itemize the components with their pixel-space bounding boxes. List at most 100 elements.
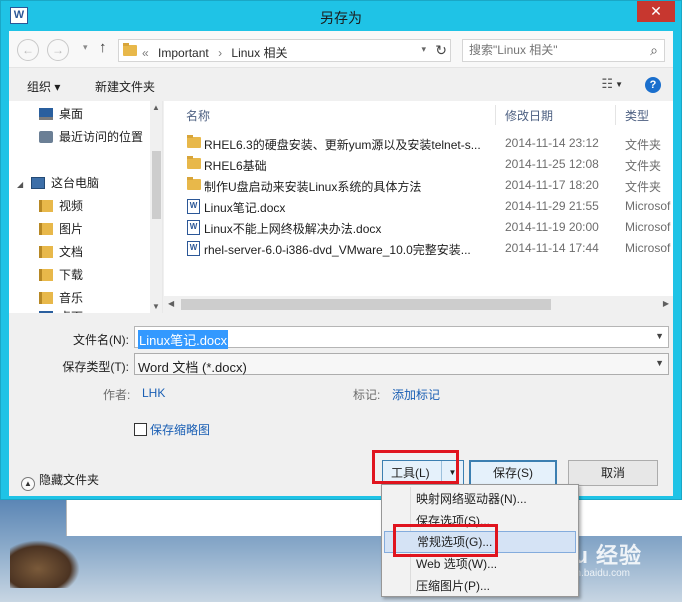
save-thumbnail-label[interactable]: 保存缩略图 <box>150 421 210 438</box>
filename-label: 文件名(N): <box>73 333 129 347</box>
author-value[interactable]: LHK <box>142 386 165 400</box>
file-type: 文件夹 <box>625 138 662 152</box>
column-header-date[interactable]: 修改日期 <box>505 107 553 124</box>
chevron-down-icon[interactable]: ▼ <box>655 331 664 341</box>
menu-item-save-options[interactable]: 保存选项(S)... <box>384 510 576 532</box>
file-name: RHEL6.3的硬盘安装、更新yum源以及安装telnet-s... <box>204 138 481 152</box>
file-type: Microsof <box>625 199 671 213</box>
navigation-pane: 桌面 最近访问的位置 ◢ 这台电脑 视频 图片 文档 下载 音乐 ▲ ▼ <box>9 101 163 313</box>
desktop-icon <box>39 311 53 313</box>
scrollbar-thumb[interactable] <box>181 299 551 310</box>
chevron-down-icon[interactable]: ▼ <box>441 461 463 485</box>
new-folder-button[interactable]: 新建文件夹 <box>95 78 155 95</box>
save-thumbnail-checkbox[interactable] <box>134 423 147 436</box>
word-document-icon <box>187 220 200 235</box>
chevron-up-icon: ▲ <box>21 477 35 491</box>
nav-item-videos[interactable]: 视频 <box>39 197 83 214</box>
breadcrumb: « Important › Linux 相关 <box>142 44 293 61</box>
horizontal-scrollbar[interactable]: ◀ ▶ <box>164 296 673 313</box>
refresh-icon[interactable]: ↻ <box>435 42 447 59</box>
up-button[interactable]: ↑ <box>99 39 107 56</box>
close-button[interactable]: ✕ <box>637 1 675 22</box>
pictures-library-icon <box>39 223 53 235</box>
breadcrumb-separator[interactable]: › <box>218 46 222 60</box>
organize-menu[interactable]: 组织 ▾ <box>27 78 60 95</box>
recent-locations-dropdown[interactable]: ▾ <box>83 42 88 53</box>
folder-icon <box>187 177 201 190</box>
scroll-up-arrow-icon[interactable]: ▲ <box>152 103 160 112</box>
tools-button[interactable]: 工具(L) ▼ <box>382 460 464 486</box>
view-options-icon[interactable]: ☷ <box>601 76 613 92</box>
address-bar[interactable]: « Important › Linux 相关 ▾ ↻ <box>118 39 451 62</box>
scroll-right-arrow-icon[interactable]: ▶ <box>663 299 669 308</box>
title-bar[interactable]: W 另存为 ✕ <box>1 1 681 31</box>
nav-item-recent-places[interactable]: 最近访问的位置 <box>39 128 143 145</box>
cancel-button[interactable]: 取消 <box>568 460 658 486</box>
save-button[interactable]: 保存(S) <box>469 460 557 486</box>
nav-item-pictures[interactable]: 图片 <box>39 220 83 237</box>
column-header-type[interactable]: 类型 <box>625 107 649 124</box>
scroll-down-arrow-icon[interactable]: ▼ <box>152 302 160 311</box>
column-divider[interactable] <box>615 105 616 125</box>
menu-item-compress-pictures[interactable]: 压缩图片(P)... <box>384 575 576 597</box>
search-icon[interactable]: ⌕ <box>650 42 658 59</box>
add-tags-link[interactable]: 添加标记 <box>392 386 440 403</box>
file-name: 制作U盘启动来安装Linux系统的具体方法 <box>204 180 422 194</box>
column-divider[interactable] <box>495 105 496 125</box>
nav-item-documents[interactable]: 文档 <box>39 243 83 260</box>
forward-button[interactable]: → <box>47 39 69 61</box>
nav-item-this-pc[interactable]: ◢ 这台电脑 <box>17 174 99 191</box>
view-dropdown-icon[interactable]: ▼ <box>615 80 623 89</box>
breadcrumb-item-important[interactable]: Important <box>158 46 209 60</box>
file-type: Microsof <box>625 241 671 255</box>
nav-item-desktop[interactable]: 桌面 <box>39 105 83 122</box>
navigation-scrollbar[interactable]: ▲ ▼ <box>150 101 162 313</box>
search-input[interactable] <box>469 43 639 57</box>
tools-dropdown-menu: 映射网络驱动器(N)... 保存选项(S)... 常规选项(G)... Web … <box>381 484 579 597</box>
hide-folders-toggle[interactable]: ▲ 隐藏文件夹 <box>21 471 99 491</box>
help-icon[interactable]: ? <box>645 77 661 93</box>
column-header-name[interactable]: 名称 <box>186 107 210 124</box>
file-row[interactable]: RHEL6基础 2014-11-25 12:08 文件夹 <box>164 154 673 175</box>
wallpaper-bird <box>10 540 80 588</box>
command-bar: 组织 ▾ 新建文件夹 ☷ ▼ ? <box>9 67 673 101</box>
file-name: rhel-server-6.0-i386-dvd_VMware_10.0完整安装… <box>204 243 471 257</box>
background-document-window <box>66 500 682 536</box>
file-list: 名称 修改日期 类型 RHEL6.3的硬盘安装、更新yum源以及安装telnet… <box>164 101 673 313</box>
scrollbar-thumb[interactable] <box>152 151 161 219</box>
dialog-client-area: ← → ▾ ↑ « Important › Linux 相关 ▾ ↻ ⌕ <box>9 31 673 496</box>
menu-item-web-options[interactable]: Web 选项(W)... <box>384 553 576 575</box>
save-type-value: Word 文档 (*.docx) <box>138 360 247 375</box>
menu-item-general-options[interactable]: 常规选项(G)... <box>384 531 576 553</box>
save-type-select[interactable]: Word 文档 (*.docx) ▼ <box>134 353 669 375</box>
file-name: RHEL6基础 <box>204 159 267 173</box>
address-row: ← → ▾ ↑ « Important › Linux 相关 ▾ ↻ ⌕ <box>9 31 673 67</box>
menu-item-map-network-drive[interactable]: 映射网络驱动器(N)... <box>384 488 576 510</box>
recent-places-icon <box>39 131 53 143</box>
file-row[interactable]: 制作U盘启动来安装Linux系统的具体方法 2014-11-17 18:20 文… <box>164 175 673 196</box>
filename-field[interactable]: Linux笔记.docx ▼ <box>134 326 669 349</box>
file-row[interactable]: Linux笔记.docx 2014-11-29 21:55 Microsof <box>164 196 673 217</box>
file-row[interactable]: rhel-server-6.0-i386-dvd_VMware_10.0完整安装… <box>164 238 673 259</box>
file-row[interactable]: Linux不能上网终极解决办法.docx 2014-11-19 20:00 Mi… <box>164 217 673 238</box>
downloads-icon <box>39 269 53 281</box>
collapse-chevron-icon[interactable]: ◢ <box>17 180 27 189</box>
nav-item-downloads[interactable]: 下载 <box>39 266 83 283</box>
chevron-down-icon[interactable]: ▼ <box>655 358 664 368</box>
nav-item-music[interactable]: 音乐 <box>39 289 83 306</box>
folder-icon <box>187 135 201 148</box>
back-button[interactable]: ← <box>17 39 39 61</box>
filename-value[interactable]: Linux笔记.docx <box>138 330 229 349</box>
nav-item-desktop-partial[interactable]: 桌面 <box>39 308 83 313</box>
folder-icon <box>187 156 201 169</box>
file-date: 2014-11-17 18:20 <box>505 178 599 192</box>
scroll-left-arrow-icon[interactable]: ◀ <box>168 299 174 308</box>
file-type: 文件夹 <box>625 180 662 194</box>
breadcrumb-item-linux[interactable]: Linux 相关 <box>231 46 287 60</box>
save-type-label: 保存类型(T): <box>62 360 129 374</box>
file-row[interactable]: RHEL6.3的硬盘安装、更新yum源以及安装telnet-s... 2014-… <box>164 133 673 154</box>
search-box[interactable]: ⌕ <box>462 39 665 62</box>
breadcrumb-overflow[interactable]: « <box>142 46 149 60</box>
tags-label: 标记: <box>353 388 381 402</box>
address-history-dropdown[interactable]: ▾ <box>421 44 426 55</box>
